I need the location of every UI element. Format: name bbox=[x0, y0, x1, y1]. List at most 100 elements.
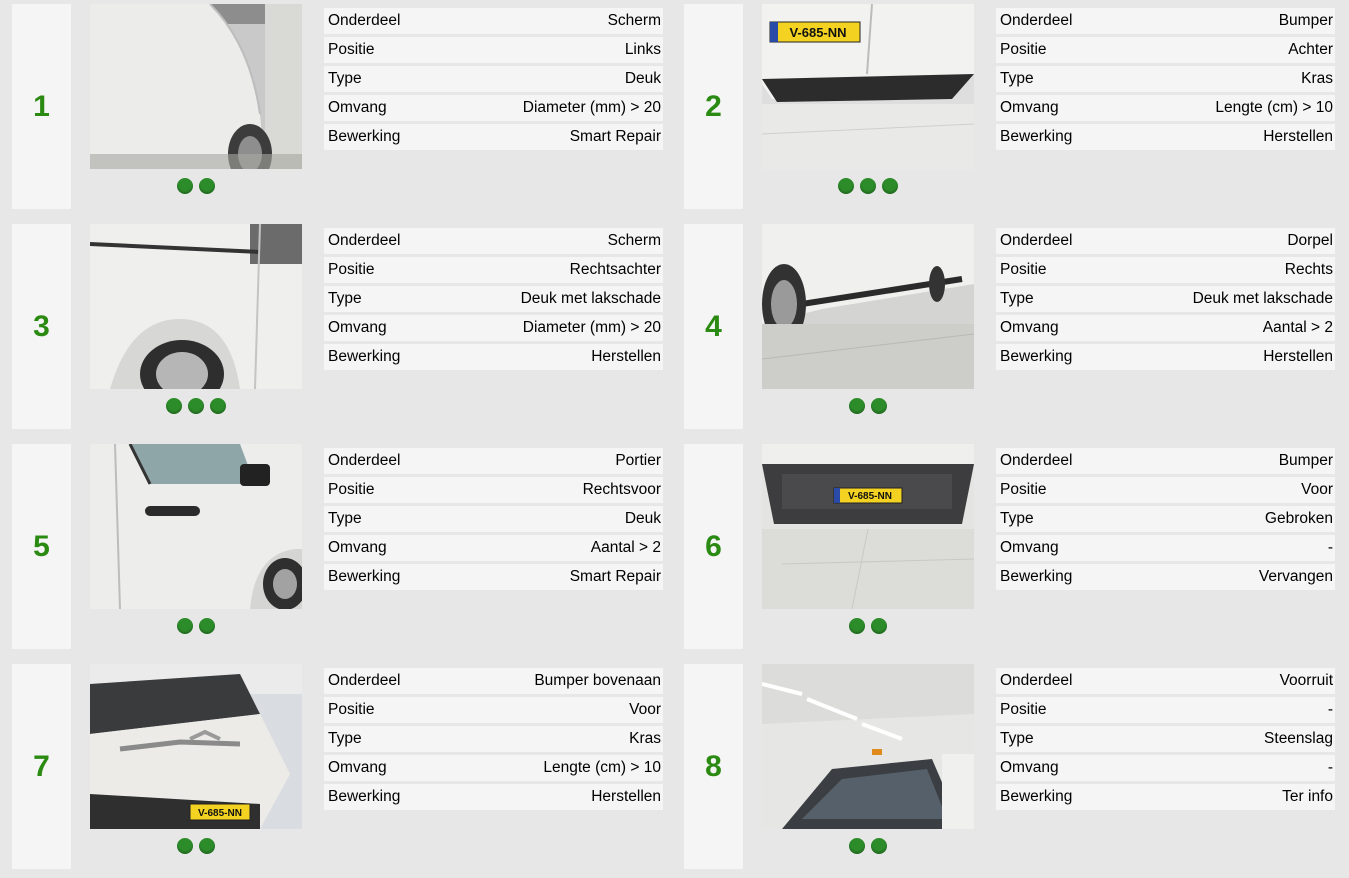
value: Diameter (mm) > 20 bbox=[522, 319, 661, 336]
damage-number-cell: 5 bbox=[12, 444, 71, 649]
label: Omvang bbox=[1000, 539, 1059, 556]
damage-number: 5 bbox=[33, 529, 50, 563]
damage-card: 5 Onderdeel Portier Positie Rechtsvoor Typ… bbox=[0, 444, 665, 649]
photo-pager bbox=[90, 618, 302, 636]
detail-row-part: Onderdeel Dorpel bbox=[996, 228, 1335, 254]
label: Type bbox=[1000, 290, 1034, 307]
detail-row-treatment: Bewerking Herstellen bbox=[324, 344, 663, 370]
damage-details: Onderdeel Scherm Positie Links Type Deuk Om… bbox=[324, 8, 663, 153]
label: Type bbox=[328, 290, 362, 307]
detail-row-type: Type Kras bbox=[324, 726, 663, 752]
label: Bewerking bbox=[1000, 568, 1073, 585]
label: Onderdeel bbox=[1000, 672, 1073, 689]
label: Onderdeel bbox=[328, 452, 401, 469]
value: Voorruit bbox=[1279, 672, 1333, 689]
detail-row-position: Positie Links bbox=[324, 37, 663, 63]
damage-photo[interactable]: V-685-NN bbox=[762, 4, 974, 169]
photo-pager bbox=[90, 838, 302, 856]
damage-number: 6 bbox=[705, 529, 722, 563]
value: - bbox=[1327, 701, 1333, 718]
detail-row-part: Onderdeel Bumper bbox=[996, 8, 1335, 34]
label: Omvang bbox=[1000, 99, 1059, 116]
detail-row-type: Type Deuk bbox=[324, 506, 663, 532]
damage-photo[interactable] bbox=[762, 664, 974, 829]
photo-dot[interactable] bbox=[210, 398, 226, 414]
value: Kras bbox=[1301, 70, 1333, 87]
photo-dot[interactable] bbox=[166, 398, 182, 414]
photo-dot[interactable] bbox=[871, 838, 887, 854]
detail-row-position: Positie Rechtsvoor bbox=[324, 477, 663, 503]
damage-card: 4 Onderdeel Dorpel Positie Rechts Type Deuk… bbox=[672, 224, 1337, 429]
detail-row-extent: Omvang Lengte (cm) > 10 bbox=[324, 755, 663, 781]
value: Aantal > 2 bbox=[590, 539, 661, 556]
damage-photo[interactable]: V-685-NN bbox=[762, 444, 974, 609]
label: Omvang bbox=[328, 759, 387, 776]
label: Onderdeel bbox=[1000, 232, 1073, 249]
license-plate: V-685-NN bbox=[848, 491, 892, 502]
photo-dot[interactable] bbox=[849, 398, 865, 414]
photo-dot[interactable] bbox=[849, 838, 865, 854]
label: Positie bbox=[1000, 41, 1047, 58]
photo-dot[interactable] bbox=[838, 178, 854, 194]
damage-details: Onderdeel Dorpel Positie Rechts Type Deuk m… bbox=[996, 228, 1335, 373]
photo-dot[interactable] bbox=[199, 618, 215, 634]
photo-dot[interactable] bbox=[177, 838, 193, 854]
photo-dot[interactable] bbox=[199, 838, 215, 854]
value: Bumper bbox=[1278, 12, 1333, 29]
damage-number-cell: 7 bbox=[12, 664, 71, 869]
label: Bewerking bbox=[328, 348, 401, 365]
damage-number-cell: 2 bbox=[684, 4, 743, 209]
damage-number: 4 bbox=[705, 309, 722, 343]
value: Gebroken bbox=[1264, 510, 1333, 527]
detail-row-position: Positie - bbox=[996, 697, 1335, 723]
photo-pager bbox=[90, 398, 302, 416]
photo-dot[interactable] bbox=[871, 618, 887, 634]
damage-photo[interactable] bbox=[90, 4, 302, 169]
damage-photo[interactable] bbox=[90, 224, 302, 389]
label: Bewerking bbox=[328, 568, 401, 585]
damage-photo[interactable] bbox=[90, 444, 302, 609]
detail-row-type: Type Kras bbox=[996, 66, 1335, 92]
detail-row-extent: Omvang Diameter (mm) > 20 bbox=[324, 95, 663, 121]
label: Type bbox=[328, 70, 362, 87]
value: Voor bbox=[1301, 481, 1333, 498]
label: Onderdeel bbox=[328, 672, 401, 689]
value: Rechts bbox=[1284, 261, 1333, 278]
damage-card: 2 V-685-NN Onderdeel Bumper Positie Achter bbox=[672, 4, 1337, 209]
damage-card: 7 V-685-NN Onderdeel Bumper bovenaan Posi… bbox=[0, 664, 665, 869]
photo-dot[interactable] bbox=[188, 398, 204, 414]
detail-row-part: Onderdeel Scherm bbox=[324, 228, 663, 254]
detail-row-extent: Omvang Aantal > 2 bbox=[324, 535, 663, 561]
value: Smart Repair bbox=[569, 568, 661, 585]
label: Bewerking bbox=[328, 128, 401, 145]
value: Rechtsvoor bbox=[582, 481, 661, 498]
label: Type bbox=[1000, 70, 1034, 87]
detail-row-extent: Omvang Diameter (mm) > 20 bbox=[324, 315, 663, 341]
label: Onderdeel bbox=[328, 232, 401, 249]
damage-photo[interactable] bbox=[762, 224, 974, 389]
value: Bumper bbox=[1278, 452, 1333, 469]
photo-dot[interactable] bbox=[860, 178, 876, 194]
damage-number-cell: 6 bbox=[684, 444, 743, 649]
detail-row-type: Type Gebroken bbox=[996, 506, 1335, 532]
value: Herstellen bbox=[1263, 348, 1333, 365]
damage-photo[interactable]: V-685-NN bbox=[90, 664, 302, 829]
detail-row-treatment: Bewerking Ter info bbox=[996, 784, 1335, 810]
label: Bewerking bbox=[328, 788, 401, 805]
value: Deuk met lakschade bbox=[1192, 290, 1333, 307]
photo-dot[interactable] bbox=[871, 398, 887, 414]
value: Herstellen bbox=[591, 788, 661, 805]
damage-grid: 1 Onderdeel Scherm Positie Links Type Deuk … bbox=[0, 0, 1349, 878]
detail-row-treatment: Bewerking Herstellen bbox=[996, 124, 1335, 150]
value: Dorpel bbox=[1287, 232, 1333, 249]
photo-dot[interactable] bbox=[177, 178, 193, 194]
label: Omvang bbox=[328, 99, 387, 116]
label: Positie bbox=[1000, 481, 1047, 498]
damage-number: 2 bbox=[705, 89, 722, 123]
photo-dot[interactable] bbox=[849, 618, 865, 634]
value: Scherm bbox=[607, 12, 661, 29]
photo-dot[interactable] bbox=[882, 178, 898, 194]
value: Lengte (cm) > 10 bbox=[543, 759, 661, 776]
photo-dot[interactable] bbox=[177, 618, 193, 634]
photo-dot[interactable] bbox=[199, 178, 215, 194]
